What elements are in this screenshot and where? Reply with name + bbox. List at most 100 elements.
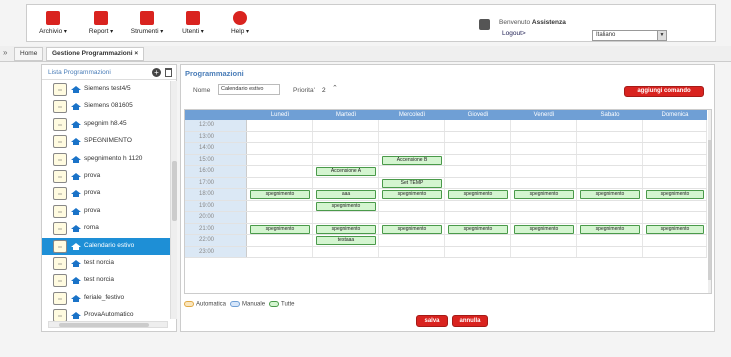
menu-strumenti[interactable]: Strumenti [127, 5, 167, 41]
schedule-event[interactable]: spegnimento [316, 224, 376, 234]
schedule-cell[interactable] [247, 177, 313, 188]
language-select[interactable]: Italiano ▼ [592, 30, 667, 41]
nome-input[interactable]: Calendario estivo [218, 84, 280, 95]
schedule-cell[interactable] [445, 166, 511, 177]
schedule-cell[interactable] [445, 120, 511, 131]
list-item[interactable]: ▭ spegnimento h 1120 [42, 151, 170, 168]
list-item[interactable]: ▭ Calendario estivo [42, 237, 170, 255]
schedule-cell[interactable]: spegnimento [577, 223, 643, 234]
schedule-cell[interactable] [643, 246, 707, 257]
menu-report[interactable]: Report [81, 5, 121, 41]
add-icon[interactable]: + [152, 68, 161, 77]
schedule-cell[interactable] [511, 166, 577, 177]
list-item[interactable]: ▭ prova [42, 168, 170, 185]
schedule-cell[interactable] [445, 235, 511, 246]
tab-home[interactable]: Home [14, 47, 44, 61]
schedule-cell[interactable]: aaa [313, 189, 379, 200]
schedule-event[interactable]: spegnimento [448, 224, 508, 234]
schedule-cell[interactable] [313, 120, 379, 131]
schedule-cell[interactable] [313, 212, 379, 223]
schedule-event[interactable]: Accensione B [382, 155, 442, 165]
scrollbar-thumb[interactable] [172, 161, 177, 221]
menu-utenti[interactable]: Utenti [173, 5, 213, 41]
add-command-button[interactable]: aggiungi comando [624, 86, 704, 97]
schedule-cell[interactable]: spegnimento [511, 189, 577, 200]
save-button[interactable]: salva [416, 315, 448, 327]
list-item[interactable]: ▭ test norcia [42, 272, 170, 289]
schedule-event[interactable]: aaa [316, 190, 376, 199]
list-item[interactable]: ▭ prova [42, 203, 170, 220]
schedule-cell[interactable] [577, 235, 643, 246]
legend-automatica[interactable]: Automatica [184, 301, 226, 308]
schedule-cell[interactable] [577, 166, 643, 177]
schedule-cell[interactable] [643, 154, 707, 165]
schedule-cell[interactable] [511, 177, 577, 188]
grid-scrollbar-thumb[interactable] [708, 140, 711, 280]
schedule-cell[interactable] [511, 246, 577, 257]
schedule-cell[interactable] [445, 246, 511, 257]
schedule-cell[interactable] [643, 166, 707, 177]
schedule-cell[interactable] [247, 235, 313, 246]
schedule-cell[interactable] [247, 166, 313, 177]
schedule-cell[interactable] [445, 143, 511, 154]
list-item[interactable]: ▭ SPEGNIMENTO [42, 133, 170, 150]
schedule-cell[interactable] [577, 212, 643, 223]
schedule-cell[interactable] [511, 200, 577, 211]
list-item[interactable]: ▭ Siemens 081605 [42, 98, 170, 115]
schedule-cell[interactable]: spegnimento [313, 223, 379, 234]
list-item[interactable]: ▭ roma [42, 220, 170, 237]
legend-tutte[interactable]: Tutte [269, 301, 294, 308]
schedule-event[interactable]: spegnimento [250, 224, 310, 234]
schedule-cell[interactable] [511, 120, 577, 131]
schedule-cell[interactable]: spegnimento [247, 223, 313, 234]
list-item[interactable]: ▭ spegnim h8.45 [42, 116, 170, 133]
schedule-cell[interactable] [643, 235, 707, 246]
schedule-cell[interactable] [247, 246, 313, 257]
schedule-event[interactable]: spegnimento [382, 224, 442, 234]
list-item[interactable]: ▭ prova [42, 185, 170, 202]
schedule-event[interactable]: spegnimento [514, 190, 574, 199]
tab-gestione-programmazioni[interactable]: Gestione Programmazioni × [46, 47, 145, 61]
schedule-cell[interactable] [313, 143, 379, 154]
schedule-cell[interactable] [247, 131, 313, 142]
schedule-cell[interactable]: spegnimento [379, 223, 445, 234]
schedule-cell[interactable]: spegnimento [511, 223, 577, 234]
list-hscrollbar[interactable] [48, 321, 168, 328]
schedule-cell[interactable] [643, 131, 707, 142]
schedule-cell[interactable] [379, 212, 445, 223]
schedule-cell[interactable]: spegnimento [643, 223, 707, 234]
schedule-cell[interactable] [577, 120, 643, 131]
schedule-event[interactable]: spegnimento [250, 190, 310, 199]
priorita-stepper-icon[interactable]: ⌃ [332, 84, 338, 92]
schedule-cell[interactable] [445, 212, 511, 223]
schedule-cell[interactable] [313, 154, 379, 165]
schedule-cell[interactable] [445, 131, 511, 142]
schedule-cell[interactable]: spegnimento [445, 189, 511, 200]
schedule-cell[interactable] [445, 154, 511, 165]
schedule-cell[interactable]: spegnimento [445, 223, 511, 234]
trash-icon[interactable] [165, 68, 172, 77]
schedule-cell[interactable] [247, 154, 313, 165]
schedule-event[interactable]: spegnimento [646, 190, 704, 199]
schedule-cell[interactable] [379, 235, 445, 246]
schedule-event[interactable]: testaaa [316, 236, 376, 245]
schedule-cell[interactable]: spegnimento [577, 189, 643, 200]
hscrollbar-thumb[interactable] [59, 323, 149, 327]
schedule-cell[interactable] [445, 200, 511, 211]
schedule-cell[interactable] [379, 120, 445, 131]
schedule-event[interactable]: Accensione A [316, 167, 376, 176]
grid-scrollbar[interactable] [708, 110, 711, 293]
list-item[interactable]: ▭ Siemens test4/5 [42, 81, 170, 98]
schedule-cell[interactable] [643, 143, 707, 154]
priorita-value[interactable]: 2 [322, 87, 326, 94]
menu-archivio[interactable]: Archivio [33, 5, 73, 41]
schedule-cell[interactable] [247, 143, 313, 154]
schedule-cell[interactable]: Set TEMP [379, 177, 445, 188]
schedule-cell[interactable]: spegnimento [379, 189, 445, 200]
list-scrollbar[interactable] [170, 81, 177, 319]
schedule-cell[interactable] [511, 235, 577, 246]
schedule-cell[interactable] [247, 200, 313, 211]
schedule-event[interactable]: spegnimento [646, 224, 704, 234]
schedule-cell[interactable]: spegnimento [643, 189, 707, 200]
schedule-cell[interactable] [379, 131, 445, 142]
